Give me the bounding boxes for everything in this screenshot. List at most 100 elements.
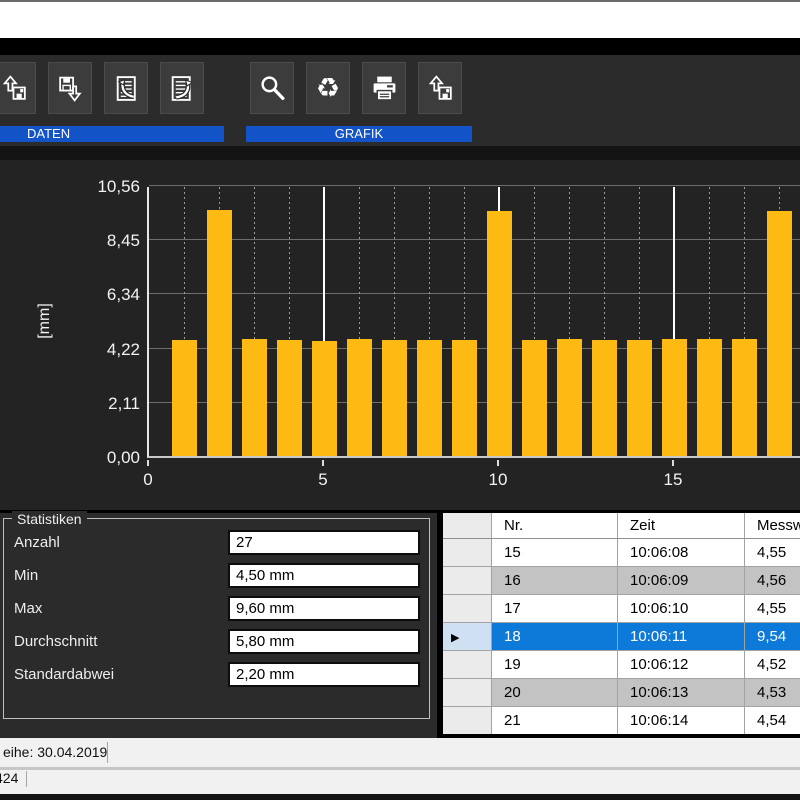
bar [522, 340, 547, 457]
y-tick-label: 6,34 [44, 285, 140, 305]
bar [487, 211, 512, 456]
row-selector[interactable] [443, 567, 492, 595]
cell-messwert[interactable]: 4,52 [745, 651, 800, 679]
load-data-button[interactable] [0, 62, 36, 114]
min-field[interactable] [228, 563, 420, 588]
import-data-button[interactable] [104, 62, 148, 114]
row-selector[interactable] [443, 679, 492, 707]
export-data-button[interactable] [160, 62, 204, 114]
anzahl-label: Anzahl [14, 534, 60, 551]
chart-panel: [mm] 0,002,114,226,348,4510,56051015 [0, 160, 800, 510]
cell-messwert[interactable]: 4,54 [745, 707, 800, 734]
floppy-arrow-up-icon [0, 74, 29, 103]
row-selector[interactable]: ▶ [443, 623, 492, 651]
anzahl-field[interactable] [228, 530, 420, 555]
status-bar-1: eihe: 30.04.2019 [0, 738, 800, 767]
column-header-zeit[interactable]: Zeit [618, 513, 745, 539]
save-data-button[interactable] [48, 62, 92, 114]
cell-nr[interactable]: 21 [492, 707, 618, 734]
y-tick-label: 2,11 [44, 394, 140, 414]
floppy-arrow-up-icon [426, 74, 455, 103]
stat-row-durchschnitt: Durchschnitt [4, 629, 429, 655]
measurement-table[interactable]: Nr.ZeitMesswert1510:06:084,551610:06:094… [443, 513, 800, 734]
y-tick-label: 8,45 [44, 231, 140, 251]
print-graphic-button[interactable] [362, 62, 406, 114]
plot-area[interactable] [147, 187, 800, 458]
x-tick-mark [672, 460, 674, 466]
stat-row-standardabweichung: Standardabwei [4, 662, 429, 688]
cell-messwert[interactable]: 4,55 [745, 539, 800, 567]
stat-row-min: Min [4, 563, 429, 589]
bottom-strip [0, 794, 800, 800]
gridline-horizontal [149, 293, 800, 294]
x-tick-mark [147, 460, 149, 466]
cell-messwert[interactable]: 9,54 [745, 623, 800, 651]
magnifier-icon [258, 74, 287, 103]
bar [207, 210, 232, 456]
recycle-icon: ♻ [316, 75, 340, 102]
bar [697, 339, 722, 456]
row-selector[interactable] [443, 707, 492, 734]
save-graphic-button[interactable] [418, 62, 462, 114]
cell-nr[interactable]: 15 [492, 539, 618, 567]
cell-zeit[interactable]: 10:06:11 [618, 623, 745, 651]
status-text-date: eihe: 30.04.2019 [3, 744, 107, 760]
cell-zeit[interactable]: 10:06:12 [618, 651, 745, 679]
bar [277, 340, 302, 456]
cell-messwert[interactable]: 4,56 [745, 567, 800, 595]
toolbar: DATEN ♻ GRAFIK [0, 55, 800, 160]
table-row-17[interactable]: 1710:06:104,55 [443, 595, 800, 623]
cell-nr[interactable]: 17 [492, 595, 618, 623]
standardabweichung-field[interactable] [228, 662, 420, 687]
bar [452, 340, 477, 456]
toolbar-group-label-daten: DATEN [0, 126, 224, 142]
cell-zeit[interactable]: 10:06:08 [618, 539, 745, 567]
cell-zeit[interactable]: 10:06:10 [618, 595, 745, 623]
toolbar-group-label-grafik: GRAFIK [246, 126, 472, 142]
cell-nr[interactable]: 18 [492, 623, 618, 651]
row-selector-header[interactable] [443, 513, 492, 539]
app-window: DATEN♻GRAFIK [mm] 0,002,114,226,348,4510… [0, 0, 800, 800]
table-row-19[interactable]: 1910:06:124,52 [443, 651, 800, 679]
document-arrow-in-icon [112, 74, 141, 103]
table-row-21[interactable]: 2110:06:144,54 [443, 707, 800, 734]
y-tick-label: 4,22 [44, 340, 140, 360]
cell-zeit[interactable]: 10:06:14 [618, 707, 745, 734]
cell-nr[interactable]: 16 [492, 567, 618, 595]
cell-zeit[interactable]: 10:06:13 [618, 679, 745, 707]
bar [732, 339, 757, 456]
row-selector[interactable] [443, 539, 492, 567]
bottom-section: Statistiken AnzahlMinMaxDurchschnittStan… [0, 513, 800, 738]
max-label: Max [14, 600, 42, 617]
row-selector[interactable] [443, 651, 492, 679]
bar [242, 339, 267, 456]
zoom-button[interactable] [250, 62, 294, 114]
cell-messwert[interactable]: 4,55 [745, 595, 800, 623]
stats-group: Statistiken AnzahlMinMaxDurchschnittStan… [3, 518, 430, 719]
cell-nr[interactable]: 20 [492, 679, 618, 707]
column-header-messwert[interactable]: Messwert [745, 513, 800, 539]
floppy-arrow-down-icon [56, 74, 85, 103]
reset-graphic-button[interactable]: ♻ [306, 62, 350, 114]
column-header-nr[interactable]: Nr. [492, 513, 618, 539]
x-tick-label: 10 [478, 470, 518, 490]
max-field[interactable] [228, 596, 420, 621]
table-row-18[interactable]: ▶1810:06:119,54 [443, 623, 800, 651]
y-tick-label: 10,56 [44, 177, 140, 197]
row-selector[interactable] [443, 595, 492, 623]
table-row-15[interactable]: 1510:06:084,55 [443, 539, 800, 567]
status-separator [26, 771, 27, 787]
cell-zeit[interactable]: 10:06:09 [618, 567, 745, 595]
gridline-horizontal [149, 239, 800, 240]
status-separator [107, 742, 108, 763]
stats-panel: Statistiken AnzahlMinMaxDurchschnittStan… [0, 513, 437, 738]
cell-messwert[interactable]: 4,53 [745, 679, 800, 707]
table-row-16[interactable]: 1610:06:094,56 [443, 567, 800, 595]
stat-row-anzahl: Anzahl [4, 530, 429, 556]
table-row-20[interactable]: 2010:06:134,53 [443, 679, 800, 707]
x-tick-label: 5 [303, 470, 343, 490]
toolbar-shade [0, 146, 800, 160]
bar [557, 339, 582, 456]
durchschnitt-field[interactable] [228, 629, 420, 654]
cell-nr[interactable]: 19 [492, 651, 618, 679]
